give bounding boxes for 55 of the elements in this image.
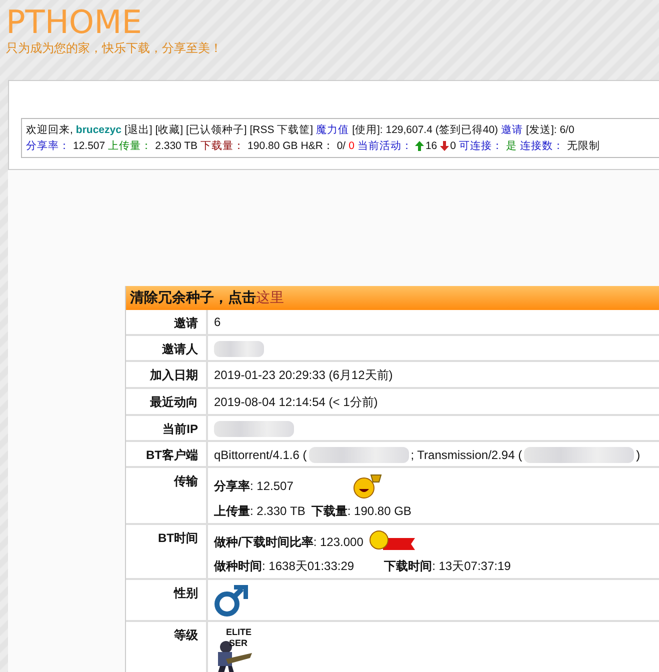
row-label: BT时间 [126, 525, 208, 578]
field-value: 2019-01-23 20:29:33 (6月12天前) [214, 367, 394, 384]
row-label: 等级 [126, 622, 208, 672]
stat-value: 12.507 [73, 139, 106, 154]
row-label: 邀请人 [126, 336, 208, 360]
stat-value: 16 [425, 139, 438, 154]
stat-value: 无限制 [566, 139, 600, 154]
field-value: 6 [214, 315, 222, 329]
stat-label: 0 [348, 139, 354, 154]
stat-label: 连接数： [520, 139, 564, 154]
download-time-text: 下载时间: 13天07:37:19 [384, 558, 511, 575]
banner-text: 清除冗余种子，点击这里 [130, 289, 284, 305]
rank-text: ELITE [225, 627, 252, 638]
stat-value: 190.80 GB [248, 139, 298, 154]
ratio-text: 做种/下载时间比率: 123.000 [214, 534, 364, 550]
trophy-smiley-icon [353, 473, 384, 499]
down-arrow-icon [440, 141, 450, 151]
info-text: [发送]: 6/0 [526, 123, 574, 138]
stat-label: 当前活动： [357, 139, 412, 154]
info-text: [退出] [收藏] [已认领种子] [RSS 下载筐] [124, 123, 314, 138]
stat-label: 可连接： [458, 139, 503, 154]
field-value: 2019-08-04 12:14:54 (< 1分前) [214, 394, 379, 411]
stat-label: 是 [506, 139, 517, 154]
row-label: 性别 [126, 580, 208, 620]
row-label: 当前IP [126, 416, 208, 440]
seed-time-text: 做种时间: 1638天01:33:29 [214, 558, 354, 575]
client-text: qBittorrent/4.1.6 ( [214, 448, 307, 462]
stat-value: 2.330 TB [155, 139, 198, 154]
row-label: BT客户端 [126, 442, 208, 466]
info-text: 欢迎回来, [26, 123, 73, 138]
row-label: 加入日期 [126, 362, 208, 387]
up-arrow-icon [415, 141, 424, 151]
row-label: 邀请 [126, 310, 208, 334]
stat-label: 上传量： [108, 139, 152, 154]
stat-label: 下载量： [200, 139, 245, 154]
banner-link[interactable]: 这里 [256, 289, 284, 305]
stat-value: 0 [450, 139, 456, 154]
site-title: PTHOME [6, 4, 143, 40]
ratio-text: 分享率: 12.507 [214, 478, 294, 494]
male-symbol-icon [214, 585, 248, 617]
info-link[interactable]: 魔力值 [316, 122, 350, 138]
row-label: 最近动向 [126, 389, 208, 414]
client-text: ; Transmission/2.94 ( [410, 448, 522, 462]
site-slogan: 只为成为您的家，快乐下载，分享至美！ [6, 40, 223, 57]
download-text: 下载量: 190.80 GB [311, 503, 412, 520]
rank-text: SER [228, 638, 248, 649]
row-label: 传输 [126, 468, 208, 523]
info-text: [使用]: 129,607.4 (签到已得40) [352, 123, 498, 138]
blurred-block [214, 341, 264, 357]
stat-label: 分享率： [26, 139, 70, 154]
upload-text: 上传量: 2.330 TB [214, 503, 306, 520]
username-link[interactable]: brucezyc [76, 122, 122, 138]
stat-value: H&R： 0/ [300, 139, 346, 154]
info-link[interactable]: 邀请 [501, 122, 524, 138]
client-text: ) [636, 448, 640, 462]
